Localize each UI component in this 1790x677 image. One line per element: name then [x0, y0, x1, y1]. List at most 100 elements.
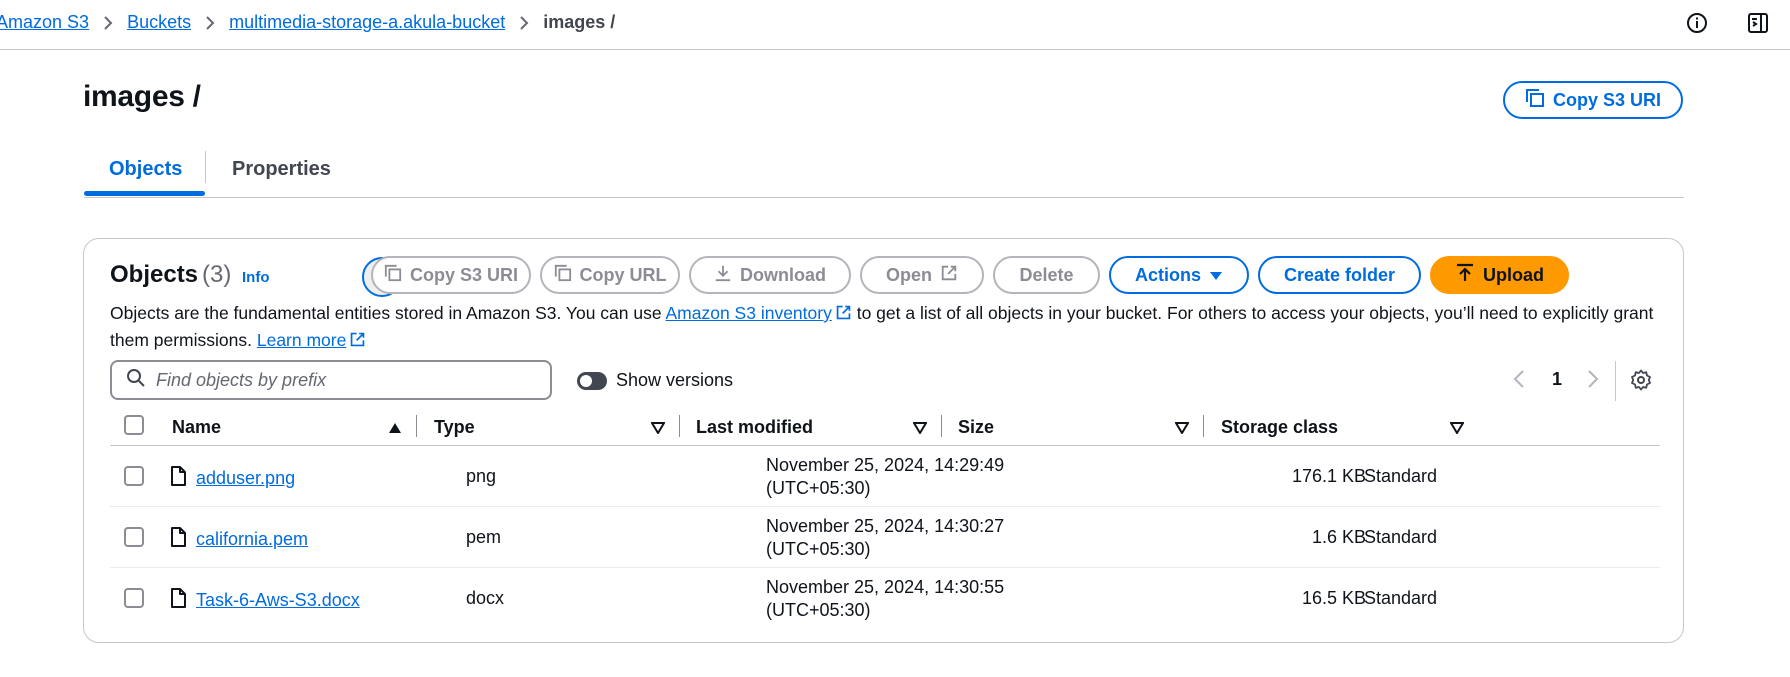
column-divider[interactable] — [941, 415, 942, 437]
object-size: 1.6 KB — [1311, 527, 1366, 547]
gear-icon[interactable] — [1630, 369, 1652, 396]
table-row[interactable]: Task-6-Aws-S3.docx docx November 25, 202… — [110, 568, 1660, 629]
tab-properties[interactable]: Properties — [232, 158, 331, 181]
last-modified-tz: (UTC+05:30) — [766, 478, 871, 498]
page-title: images / — [83, 80, 201, 113]
show-versions-toggle[interactable] — [577, 372, 607, 390]
row-checkbox[interactable] — [124, 588, 144, 608]
show-versions-label: Show versions — [616, 370, 734, 390]
chevron-right-icon[interactable] — [1587, 369, 1599, 394]
upload-label: Upload — [1483, 264, 1544, 285]
tab-divider — [205, 151, 206, 183]
chevron-left-icon[interactable] — [1513, 369, 1525, 394]
row-checkbox[interactable] — [124, 527, 144, 547]
copy-icon — [1525, 88, 1545, 113]
column-divider[interactable] — [679, 415, 680, 437]
pager-divider — [1615, 361, 1616, 401]
object-type: png — [466, 466, 497, 486]
copy-url-button[interactable]: Copy URL — [540, 256, 680, 294]
copy-s3-uri-button[interactable]: Copy S3 URI — [1503, 81, 1683, 119]
objects-description: Objects are the fundamental entities sto… — [110, 301, 1660, 355]
tab-list: Objects Properties — [84, 148, 1684, 198]
column-divider[interactable] — [416, 415, 417, 437]
column-header-size[interactable]: Size — [958, 417, 994, 438]
row-checkbox[interactable] — [124, 466, 144, 486]
object-type: pem — [466, 527, 502, 547]
object-storage-class: Standard — [1364, 588, 1438, 608]
copy-s3-uri-toolbar-label: Copy S3 URI — [409, 264, 519, 285]
download-button[interactable]: Download — [689, 256, 851, 294]
object-size: 16.5 KB — [1301, 588, 1366, 608]
page-number[interactable]: 1 — [1552, 369, 1562, 390]
object-size: 176.1 KB — [1291, 466, 1366, 486]
tools-panel-icon[interactable] — [1747, 12, 1769, 34]
table-row[interactable]: california.pem pem November 25, 2024, 14… — [110, 507, 1660, 568]
sort-icon[interactable] — [1174, 421, 1190, 439]
copy-icon — [554, 264, 572, 287]
learn-more-link[interactable]: Learn more — [257, 330, 367, 350]
external-link-icon — [349, 330, 366, 355]
column-header-storage-class[interactable]: Storage class — [1221, 417, 1338, 438]
object-last-modified: November 25, 2024, 14:30:55 (UTC+05:30) — [766, 576, 1004, 622]
sort-ascending-icon[interactable] — [388, 421, 402, 439]
create-folder-label: Create folder — [1283, 264, 1396, 285]
download-icon — [714, 264, 732, 287]
file-icon — [170, 527, 186, 552]
active-tab-indicator — [84, 191, 205, 196]
actions-dropdown-button[interactable]: Actions — [1109, 256, 1249, 294]
breadcrumb: Amazon S3 Buckets multimedia-storage-a.a… — [0, 12, 615, 33]
objects-count: (3) — [202, 261, 232, 288]
breadcrumb-amazon-s3[interactable]: Amazon S3 — [0, 12, 89, 33]
delete-button[interactable]: Delete — [993, 256, 1100, 294]
description-text-1: Objects are the fundamental entities sto… — [110, 303, 666, 323]
upload-button[interactable]: Upload — [1430, 256, 1569, 294]
object-type: docx — [466, 588, 505, 608]
last-modified-date: November 25, 2024, 14:30:55 — [766, 577, 1005, 597]
object-name-link[interactable]: california.pem — [196, 529, 308, 550]
table-header: Name Type Last modified Size Storage cla… — [110, 407, 1660, 446]
last-modified-date: November 25, 2024, 14:29:49 — [766, 455, 1005, 475]
search-input[interactable] — [156, 369, 536, 391]
object-name-cell: Task-6-Aws-S3.docx — [170, 588, 360, 613]
open-label: Open — [885, 264, 932, 285]
upload-icon — [1455, 263, 1475, 288]
info-link[interactable]: Info — [242, 269, 270, 286]
select-all-checkbox[interactable] — [124, 415, 144, 435]
column-header-name[interactable]: Name — [172, 417, 221, 438]
breadcrumb-buckets[interactable]: Buckets — [127, 12, 191, 33]
table-row[interactable]: adduser.png png November 25, 2024, 14:29… — [110, 446, 1660, 507]
external-link-icon — [940, 264, 958, 287]
breadcrumb-bucket[interactable]: multimedia-storage-a.akula-bucket — [229, 12, 505, 33]
object-storage-class: Standard — [1364, 527, 1438, 547]
last-modified-date: November 25, 2024, 14:30:27 — [766, 516, 1005, 536]
copy-s3-uri-toolbar-button[interactable]: Copy S3 URI — [371, 256, 531, 294]
sort-icon[interactable] — [650, 421, 666, 439]
sort-icon[interactable] — [912, 421, 928, 439]
download-label: Download — [740, 264, 826, 285]
objects-table: Name Type Last modified Size Storage cla… — [110, 407, 1660, 629]
column-divider[interactable] — [1203, 415, 1204, 437]
external-link-icon — [835, 303, 852, 328]
column-header-type[interactable]: Type — [434, 417, 475, 438]
info-circle-icon[interactable] — [1686, 12, 1708, 34]
last-modified-tz: (UTC+05:30) — [766, 600, 871, 620]
search-box — [110, 360, 552, 400]
file-icon — [170, 588, 186, 613]
caret-down-icon — [1209, 265, 1223, 286]
sort-icon[interactable] — [1449, 421, 1465, 439]
copy-url-label: Copy URL — [579, 264, 667, 285]
object-name-link[interactable]: adduser.png — [196, 468, 295, 489]
s3-inventory-link-label: Amazon S3 inventory — [665, 303, 832, 323]
s3-inventory-link[interactable]: Amazon S3 inventory — [666, 303, 852, 323]
object-last-modified: November 25, 2024, 14:30:27 (UTC+05:30) — [766, 515, 1004, 561]
object-storage-class: Standard — [1364, 466, 1438, 486]
object-last-modified: November 25, 2024, 14:29:49 (UTC+05:30) — [766, 454, 1004, 500]
open-button[interactable]: Open — [860, 256, 984, 294]
object-name-link[interactable]: Task-6-Aws-S3.docx — [196, 590, 360, 611]
tab-objects[interactable]: Objects — [109, 158, 182, 181]
create-folder-button[interactable]: Create folder — [1258, 256, 1421, 294]
objects-heading: Objects (3) — [110, 261, 231, 289]
file-icon — [170, 466, 186, 491]
delete-label: Delete — [1019, 264, 1074, 285]
column-header-last-modified[interactable]: Last modified — [696, 417, 813, 438]
